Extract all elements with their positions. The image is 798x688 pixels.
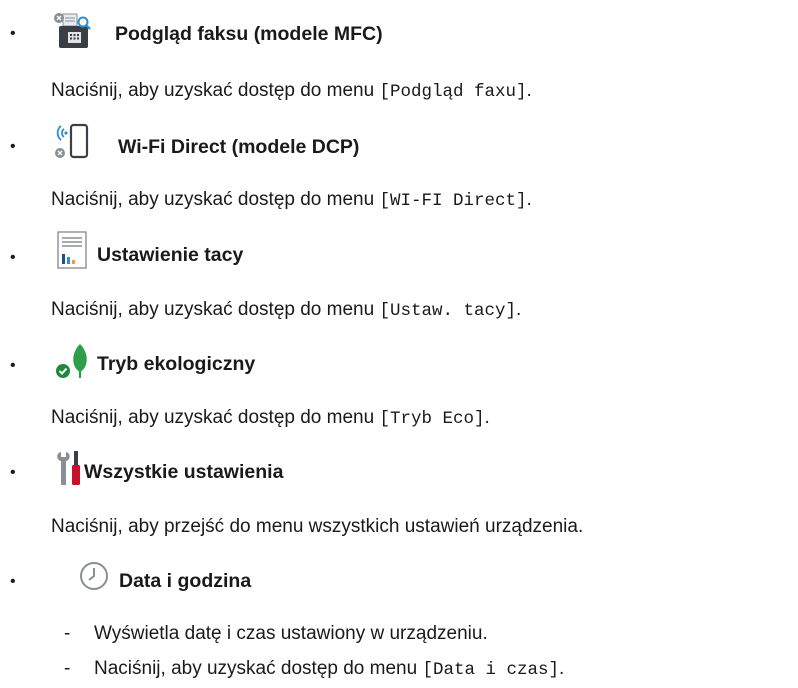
item-description: Naciśnij, aby uzyskać dostęp do menu [Us… xyxy=(51,299,522,321)
item-description: Naciśnij, aby uzyskać dostęp do menu [Tr… xyxy=(51,407,490,429)
item-title: Ustawienie tacy xyxy=(97,244,244,266)
menu-path: [Ustaw. tacy] xyxy=(379,301,516,321)
bullet: • xyxy=(10,25,16,42)
eco-leaf-icon xyxy=(52,340,92,380)
menu-path: [WI-FI Direct] xyxy=(379,191,527,211)
sub-item-text: Wyświetla datę i czas ustawiony w urządz… xyxy=(94,623,488,644)
item-title: Podgląd faksu (modele MFC) xyxy=(115,23,383,45)
bullet: • xyxy=(10,138,16,155)
tray-settings-icon xyxy=(52,230,92,270)
clock-icon xyxy=(76,558,116,598)
bullet: • xyxy=(10,573,16,590)
sub-bullet: - xyxy=(64,623,71,644)
bullet: • xyxy=(10,357,16,374)
item-title: Wszystkie ustawienia xyxy=(84,461,284,483)
item-title: Tryb ekologiczny xyxy=(97,353,256,375)
item-description: Naciśnij, aby przejść do menu wszystkich… xyxy=(51,516,584,537)
item-description: Naciśnij, aby uzyskać dostęp do menu [WI… xyxy=(51,189,532,211)
menu-path: [Podgląd faxu] xyxy=(379,82,527,102)
item-title: Wi-Fi Direct (modele DCP) xyxy=(118,136,360,158)
sub-bullet: - xyxy=(64,658,71,679)
wifi-direct-icon xyxy=(52,121,92,161)
menu-path: [Tryb Eco] xyxy=(379,409,485,429)
bullet: • xyxy=(10,464,16,481)
menu-path: [Data i czas] xyxy=(422,660,559,680)
item-description: Naciśnij, aby uzyskać dostęp do menu [Po… xyxy=(51,80,532,102)
fax-preview-icon xyxy=(52,12,92,52)
bullet: • xyxy=(10,249,16,266)
sub-item-text: Naciśnij, aby uzyskać dostęp do menu [Da… xyxy=(94,658,565,680)
item-title: Data i godzina xyxy=(119,570,252,592)
